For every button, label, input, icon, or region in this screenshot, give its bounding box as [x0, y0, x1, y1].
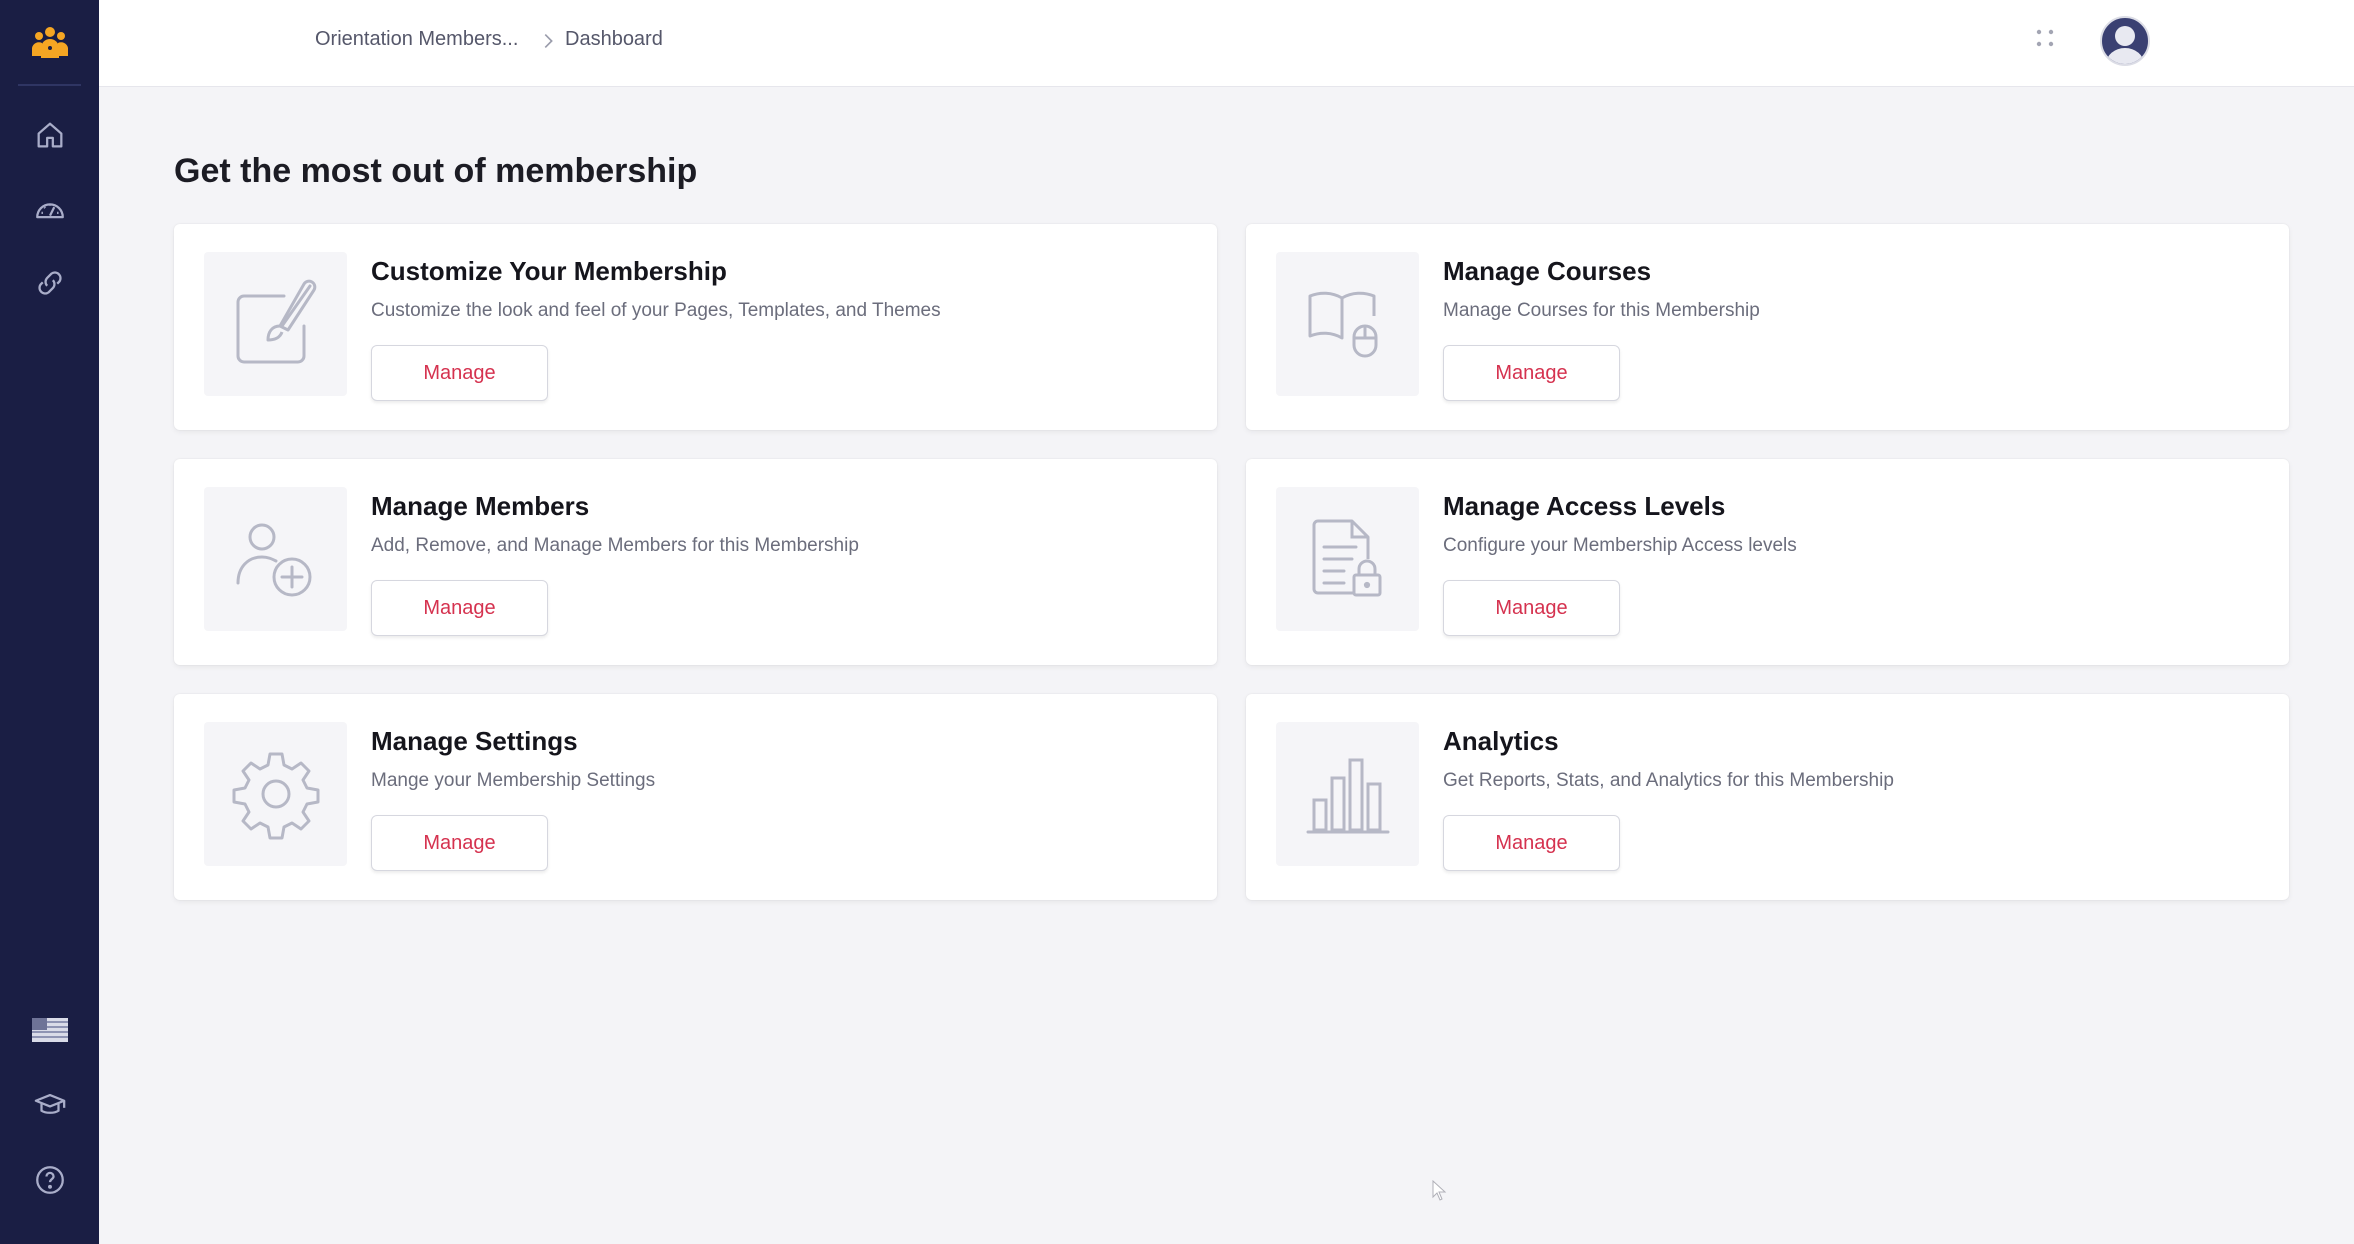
- sidebar-item-academy[interactable]: [0, 1080, 99, 1130]
- card-title: Manage Settings: [371, 726, 578, 756]
- card-description: Mange your Membership Settings: [371, 770, 656, 791]
- card-description: Get Reports, Stats, and Analytics for th…: [1443, 770, 1894, 791]
- breadcrumb-parent-link[interactable]: Orientation Members...: [315, 28, 518, 51]
- gear-icon: [232, 752, 319, 840]
- card-description: Customize the look and feel of your Page…: [371, 300, 941, 321]
- card-icon-tile: [1276, 722, 1419, 866]
- card-icon-tile: [204, 722, 347, 866]
- card-title: Analytics: [1443, 726, 1559, 756]
- sidebar-item-home[interactable]: [0, 110, 99, 160]
- card-description: Manage Courses for this Membership: [1443, 300, 1760, 321]
- card-title: Manage Access Levels: [1443, 491, 1726, 521]
- card-manage-access-levels: Manage Access Levels Configure your Memb…: [1246, 459, 2289, 665]
- team-logo-icon: [31, 27, 68, 58]
- book-mouse-icon: [1308, 291, 1377, 358]
- us-flag-icon: [31, 1018, 68, 1042]
- manage-settings-button[interactable]: Manage: [371, 815, 548, 871]
- mouse-cursor-icon: [1432, 1180, 1447, 1201]
- user-avatar[interactable]: [2100, 16, 2150, 66]
- edit-brush-icon: [236, 279, 316, 364]
- sidebar-item-links[interactable]: [0, 258, 99, 308]
- sidebar-item-help[interactable]: [0, 1155, 99, 1205]
- card-manage-settings: Manage Settings Mange your Membership Se…: [174, 694, 1217, 900]
- card-icon-tile: [1276, 487, 1419, 631]
- chevron-right-icon: [544, 33, 553, 49]
- page-title: Get the most out of membership: [174, 152, 698, 190]
- card-description: Add, Remove, and Manage Members for this…: [371, 535, 859, 556]
- home-icon: [37, 122, 62, 148]
- sidebar-item-dashboard[interactable]: [0, 185, 99, 235]
- card-title: Customize Your Membership: [371, 256, 727, 286]
- manage-customize-button[interactable]: Manage: [371, 345, 548, 401]
- help-icon: [35, 1166, 64, 1194]
- breadcrumb-current: Dashboard: [565, 28, 663, 50]
- dashboard-gauge-icon: [35, 203, 64, 219]
- app-logo[interactable]: [18, 0, 81, 86]
- manage-access-levels-button[interactable]: Manage: [1443, 580, 1620, 636]
- bar-chart-icon: [1306, 758, 1389, 834]
- document-lock-icon: [1312, 519, 1381, 597]
- link-icon: [37, 271, 62, 295]
- graduation-cap-icon: [34, 1093, 65, 1114]
- card-title: Manage Courses: [1443, 256, 1652, 286]
- card-description: Configure your Membership Access levels: [1443, 535, 1797, 556]
- card-manage-members: Manage Members Add, Remove, and Manage M…: [174, 459, 1217, 665]
- manage-members-button[interactable]: Manage: [371, 580, 548, 636]
- sidebar-item-language[interactable]: [0, 1005, 99, 1055]
- apps-grid-icon[interactable]: [2034, 27, 2056, 49]
- card-icon-tile: [204, 252, 347, 396]
- card-title: Manage Members: [371, 491, 590, 521]
- user-add-icon: [236, 523, 311, 597]
- user-avatar-icon: [2106, 26, 2144, 64]
- manage-analytics-button[interactable]: Manage: [1443, 815, 1620, 871]
- card-icon-tile: [204, 487, 347, 631]
- card-manage-courses: Manage Courses Manage Courses for this M…: [1246, 224, 2289, 430]
- card-icon-tile: [1276, 252, 1419, 396]
- manage-courses-button[interactable]: Manage: [1443, 345, 1620, 401]
- top-bar: Orientation Members... Dashboard: [99, 0, 2354, 87]
- card-customize-membership: Customize Your Membership Customize the …: [174, 224, 1217, 430]
- card-analytics: Analytics Get Reports, Stats, and Analyt…: [1246, 694, 2289, 900]
- sidebar: [0, 0, 99, 1244]
